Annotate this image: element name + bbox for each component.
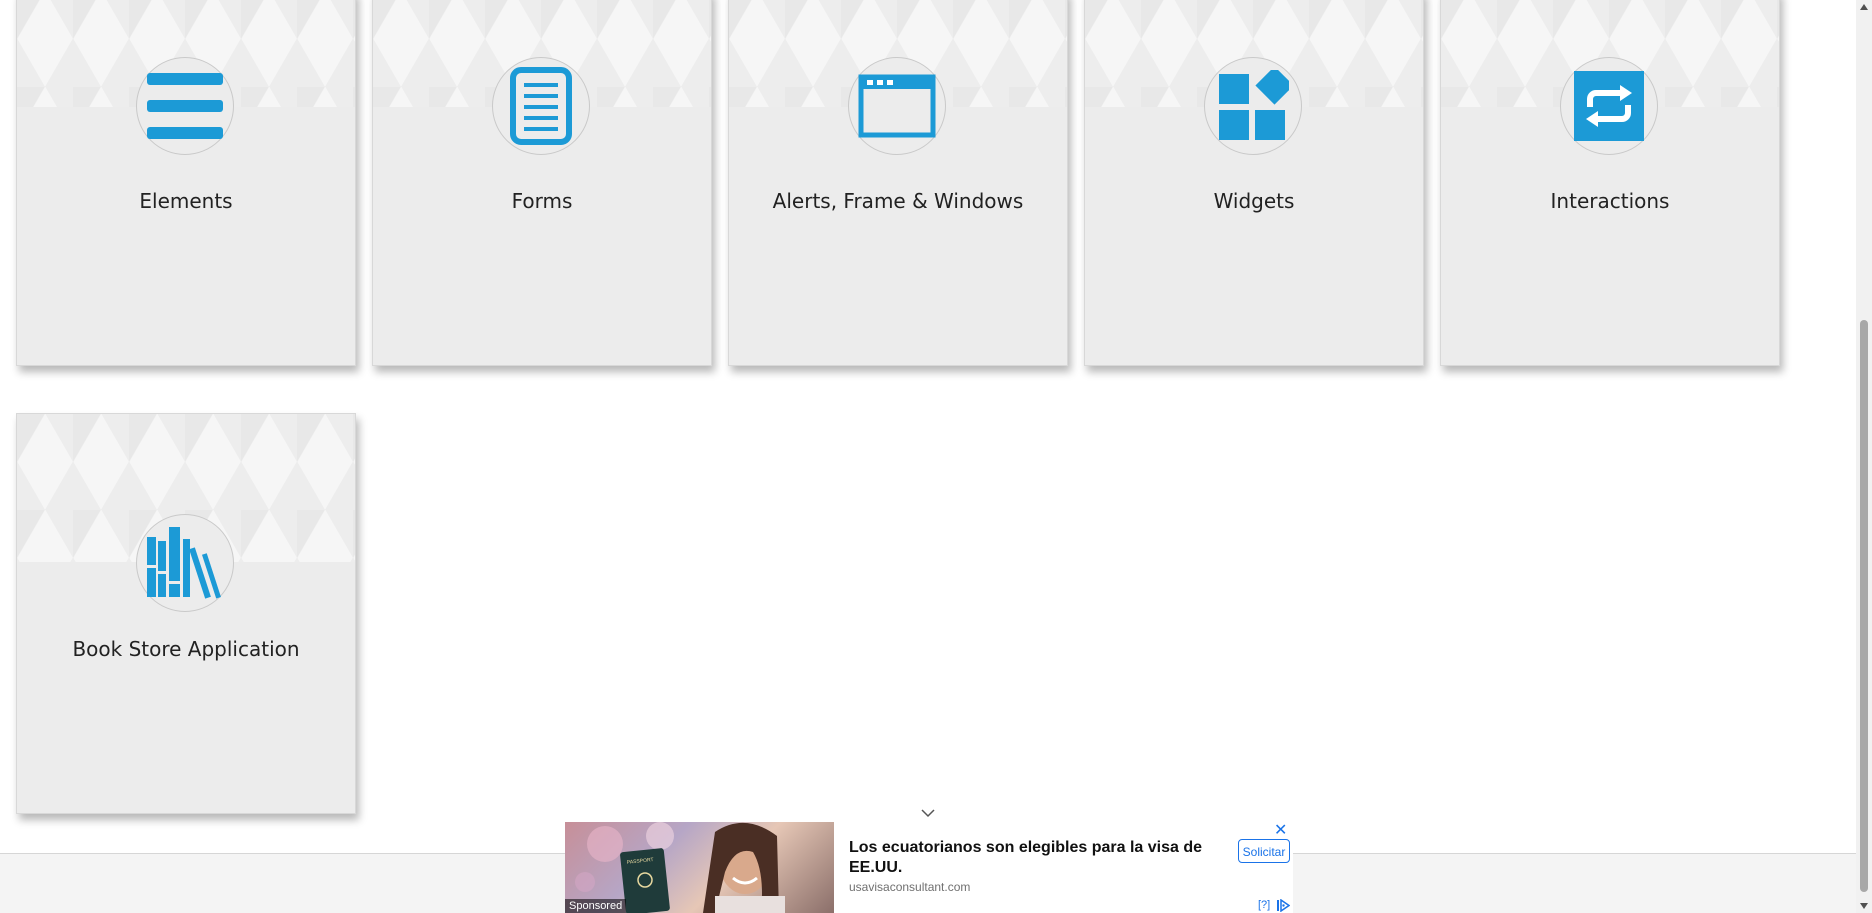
hamburger-list-icon [147, 73, 223, 139]
ad-cta-button[interactable]: Solicitar [1238, 839, 1290, 863]
card-title: Interactions [1550, 189, 1670, 213]
document-form-icon [510, 67, 572, 145]
vertical-scrollbar[interactable] [1856, 0, 1872, 913]
card-icon-circle [848, 57, 946, 155]
ad-domain[interactable]: usavisaconsultant.com [849, 880, 970, 894]
card-icon-circle [136, 57, 234, 155]
adchoices-icon[interactable] [1276, 899, 1290, 912]
page: Elements Forms Alerts, Frame & Windows W… [0, 0, 1872, 913]
card-title: Elements [139, 189, 233, 213]
card-elements[interactable]: Elements [16, 0, 356, 366]
ad-image[interactable]: PASSPORT Sponsored [565, 822, 834, 913]
card-interactions[interactable]: Interactions [1440, 0, 1780, 366]
card-forms[interactable]: Forms [372, 0, 712, 366]
scroll-up-arrow[interactable] [1860, 4, 1868, 10]
card-widgets[interactable]: Widgets [1084, 0, 1424, 366]
scroll-thumb[interactable] [1860, 320, 1868, 892]
card-title: Widgets [1213, 189, 1295, 213]
card-alerts-frame-windows[interactable]: Alerts, Frame & Windows [728, 0, 1068, 366]
card-icon-circle [492, 57, 590, 155]
chevron-down-icon[interactable] [920, 806, 936, 820]
ad-choices-link[interactable]: [?] [1258, 899, 1270, 911]
browser-window-icon [858, 74, 936, 138]
widgets-grid-icon [1219, 70, 1289, 140]
scroll-down-arrow[interactable] [1860, 903, 1868, 909]
repeat-arrows-icon [1574, 71, 1644, 141]
sponsored-label: Sponsored [565, 899, 627, 913]
ad-banner[interactable]: PASSPORT Sponsored Los ecuatorianos son … [565, 822, 1293, 913]
card-title: Alerts, Frame & Windows [772, 189, 1024, 213]
card-icon-circle [136, 514, 234, 612]
close-icon[interactable]: ✕ [1274, 823, 1287, 839]
ad-headline[interactable]: Los ecuatorianos son elegibles para la v… [849, 838, 1209, 878]
card-title: Forms [511, 189, 573, 213]
card-title: Book Store Application [72, 637, 300, 661]
card-book-store-application[interactable]: Book Store Application [16, 413, 356, 814]
card-icon-circle [1204, 57, 1302, 155]
card-icon-circle [1560, 57, 1658, 155]
books-icon [147, 527, 221, 599]
